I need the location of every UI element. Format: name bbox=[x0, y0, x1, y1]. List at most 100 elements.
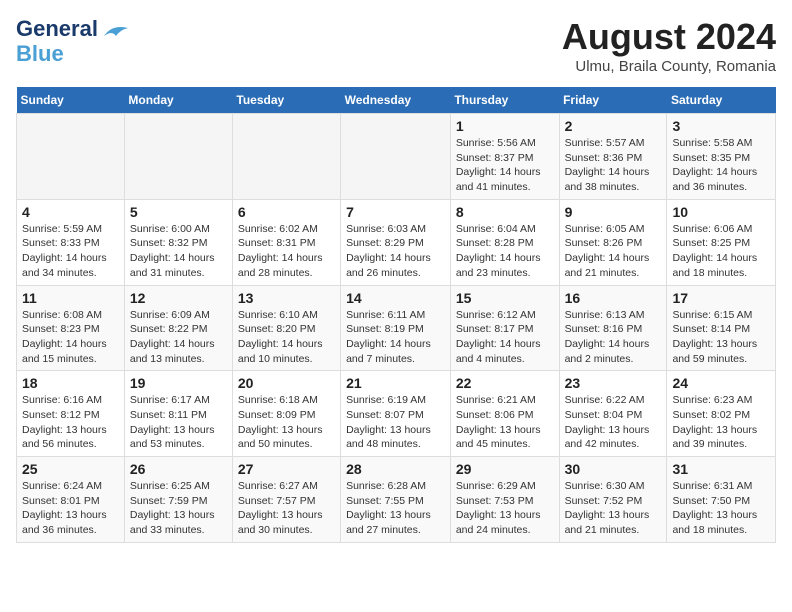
day-info: Sunrise: 6:28 AM Sunset: 7:55 PM Dayligh… bbox=[346, 479, 445, 538]
day-number: 6 bbox=[238, 204, 335, 220]
day-number: 4 bbox=[22, 204, 119, 220]
day-info: Sunrise: 6:30 AM Sunset: 7:52 PM Dayligh… bbox=[565, 479, 662, 538]
day-info: Sunrise: 6:11 AM Sunset: 8:19 PM Dayligh… bbox=[346, 308, 445, 367]
day-info: Sunrise: 6:09 AM Sunset: 8:22 PM Dayligh… bbox=[130, 308, 227, 367]
day-info: Sunrise: 6:06 AM Sunset: 8:25 PM Dayligh… bbox=[672, 222, 770, 281]
day-info: Sunrise: 5:57 AM Sunset: 8:36 PM Dayligh… bbox=[565, 136, 662, 195]
day-info: Sunrise: 6:24 AM Sunset: 8:01 PM Dayligh… bbox=[22, 479, 119, 538]
day-info: Sunrise: 6:05 AM Sunset: 8:26 PM Dayligh… bbox=[565, 222, 662, 281]
calendar-cell: 24Sunrise: 6:23 AM Sunset: 8:02 PM Dayli… bbox=[667, 371, 776, 457]
day-number: 8 bbox=[456, 204, 554, 220]
calendar-week-row: 4 Sunrise: 5:59 AM Sunset: 8:33 PM Daylig… bbox=[17, 199, 776, 285]
day-number: 10 bbox=[672, 204, 770, 220]
calendar-cell: 22 Sunrise: 6:21 AM Sunset: 8:06 PM Dayli… bbox=[450, 371, 559, 457]
calendar-cell: 29 Sunrise: 6:29 AM Sunset: 7:53 PM Dayli… bbox=[450, 457, 559, 543]
calendar-cell: 26Sunrise: 6:25 AM Sunset: 7:59 PM Dayli… bbox=[124, 457, 232, 543]
calendar-cell: 3 Sunrise: 5:58 AM Sunset: 8:35 PM Daylig… bbox=[667, 114, 776, 200]
logo-text: GeneralBlue bbox=[16, 16, 98, 67]
day-number: 23 bbox=[565, 375, 662, 391]
calendar-cell: 23 Sunrise: 6:22 AM Sunset: 8:04 PM Dayli… bbox=[559, 371, 667, 457]
day-number: 14 bbox=[346, 290, 445, 306]
page-title: August 2024 bbox=[562, 16, 776, 58]
day-number: 28 bbox=[346, 461, 445, 477]
calendar-cell: 20Sunrise: 6:18 AM Sunset: 8:09 PM Dayli… bbox=[232, 371, 340, 457]
page-subtitle: Ulmu, Braila County, Romania bbox=[562, 58, 776, 75]
day-number: 7 bbox=[346, 204, 445, 220]
day-info: Sunrise: 6:15 AM Sunset: 8:14 PM Dayligh… bbox=[672, 308, 770, 367]
calendar-cell: 13Sunrise: 6:10 AM Sunset: 8:20 PM Dayli… bbox=[232, 285, 340, 371]
logo: GeneralBlue bbox=[16, 16, 130, 67]
day-info: Sunrise: 6:22 AM Sunset: 8:04 PM Dayligh… bbox=[565, 393, 662, 452]
calendar-cell: 10 Sunrise: 6:06 AM Sunset: 8:25 PM Dayli… bbox=[667, 199, 776, 285]
calendar-cell: 5Sunrise: 6:00 AM Sunset: 8:32 PM Daylig… bbox=[124, 199, 232, 285]
header: GeneralBlue August 2024 Ulmu, Braila Cou… bbox=[16, 16, 776, 75]
calendar-cell: 14 Sunrise: 6:11 AM Sunset: 8:19 PM Dayli… bbox=[341, 285, 451, 371]
calendar-cell: 2 Sunrise: 5:57 AM Sunset: 8:36 PM Daylig… bbox=[559, 114, 667, 200]
calendar-cell bbox=[124, 114, 232, 200]
day-info: Sunrise: 6:29 AM Sunset: 7:53 PM Dayligh… bbox=[456, 479, 554, 538]
day-number: 27 bbox=[238, 461, 335, 477]
day-info: Sunrise: 6:17 AM Sunset: 8:11 PM Dayligh… bbox=[130, 393, 227, 452]
calendar-cell: 28 Sunrise: 6:28 AM Sunset: 7:55 PM Dayli… bbox=[341, 457, 451, 543]
day-info: Sunrise: 6:04 AM Sunset: 8:28 PM Dayligh… bbox=[456, 222, 554, 281]
calendar-table: SundayMondayTuesdayWednesdayThursdayFrid… bbox=[16, 87, 776, 543]
day-info: Sunrise: 5:56 AM Sunset: 8:37 PM Dayligh… bbox=[456, 136, 554, 195]
day-info: Sunrise: 6:31 AM Sunset: 7:50 PM Dayligh… bbox=[672, 479, 770, 538]
day-number: 1 bbox=[456, 118, 554, 134]
day-info: Sunrise: 6:19 AM Sunset: 8:07 PM Dayligh… bbox=[346, 393, 445, 452]
day-info: Sunrise: 5:59 AM Sunset: 8:33 PM Dayligh… bbox=[22, 222, 119, 281]
day-number: 16 bbox=[565, 290, 662, 306]
calendar-cell: 19 Sunrise: 6:17 AM Sunset: 8:11 PM Dayli… bbox=[124, 371, 232, 457]
day-info: Sunrise: 6:03 AM Sunset: 8:29 PM Dayligh… bbox=[346, 222, 445, 281]
calendar-cell: 8 Sunrise: 6:04 AM Sunset: 8:28 PM Daylig… bbox=[450, 199, 559, 285]
day-number: 22 bbox=[456, 375, 554, 391]
calendar-header-row: SundayMondayTuesdayWednesdayThursdayFrid… bbox=[17, 87, 776, 114]
day-info: Sunrise: 6:08 AM Sunset: 8:23 PM Dayligh… bbox=[22, 308, 119, 367]
day-number: 19 bbox=[130, 375, 227, 391]
calendar-cell: 7 Sunrise: 6:03 AM Sunset: 8:29 PM Daylig… bbox=[341, 199, 451, 285]
day-number: 17 bbox=[672, 290, 770, 306]
day-of-week-header: Saturday bbox=[667, 87, 776, 114]
calendar-cell: 17 Sunrise: 6:15 AM Sunset: 8:14 PM Dayli… bbox=[667, 285, 776, 371]
day-number: 11 bbox=[22, 290, 119, 306]
calendar-cell: 31 Sunrise: 6:31 AM Sunset: 7:50 PM Dayli… bbox=[667, 457, 776, 543]
day-of-week-header: Sunday bbox=[17, 87, 125, 114]
title-area: August 2024 Ulmu, Braila County, Romania bbox=[562, 16, 776, 75]
day-info: Sunrise: 6:21 AM Sunset: 8:06 PM Dayligh… bbox=[456, 393, 554, 452]
calendar-cell: 1 Sunrise: 5:56 AM Sunset: 8:37 PM Daylig… bbox=[450, 114, 559, 200]
day-number: 3 bbox=[672, 118, 770, 134]
calendar-cell: 21Sunrise: 6:19 AM Sunset: 8:07 PM Dayli… bbox=[341, 371, 451, 457]
day-number: 30 bbox=[565, 461, 662, 477]
day-info: Sunrise: 6:10 AM Sunset: 8:20 PM Dayligh… bbox=[238, 308, 335, 367]
calendar-cell bbox=[232, 114, 340, 200]
day-number: 2 bbox=[565, 118, 662, 134]
calendar-cell: 27Sunrise: 6:27 AM Sunset: 7:57 PM Dayli… bbox=[232, 457, 340, 543]
day-number: 31 bbox=[672, 461, 770, 477]
calendar-cell bbox=[341, 114, 451, 200]
calendar-cell: 16 Sunrise: 6:13 AM Sunset: 8:16 PM Dayli… bbox=[559, 285, 667, 371]
calendar-cell: 4 Sunrise: 5:59 AM Sunset: 8:33 PM Daylig… bbox=[17, 199, 125, 285]
calendar-cell: 11 Sunrise: 6:08 AM Sunset: 8:23 PM Dayli… bbox=[17, 285, 125, 371]
calendar-cell: 12Sunrise: 6:09 AM Sunset: 8:22 PM Dayli… bbox=[124, 285, 232, 371]
day-number: 29 bbox=[456, 461, 554, 477]
calendar-week-row: 25 Sunrise: 6:24 AM Sunset: 8:01 PM Dayli… bbox=[17, 457, 776, 543]
day-of-week-header: Friday bbox=[559, 87, 667, 114]
day-info: Sunrise: 6:13 AM Sunset: 8:16 PM Dayligh… bbox=[565, 308, 662, 367]
day-of-week-header: Thursday bbox=[450, 87, 559, 114]
calendar-cell: 6 Sunrise: 6:02 AM Sunset: 8:31 PM Daylig… bbox=[232, 199, 340, 285]
day-info: Sunrise: 6:02 AM Sunset: 8:31 PM Dayligh… bbox=[238, 222, 335, 281]
calendar-week-row: 11 Sunrise: 6:08 AM Sunset: 8:23 PM Dayli… bbox=[17, 285, 776, 371]
day-info: Sunrise: 6:25 AM Sunset: 7:59 PM Dayligh… bbox=[130, 479, 227, 538]
day-number: 9 bbox=[565, 204, 662, 220]
calendar-cell: 18Sunrise: 6:16 AM Sunset: 8:12 PM Dayli… bbox=[17, 371, 125, 457]
day-info: Sunrise: 6:23 AM Sunset: 8:02 PM Dayligh… bbox=[672, 393, 770, 452]
day-info: Sunrise: 5:58 AM Sunset: 8:35 PM Dayligh… bbox=[672, 136, 770, 195]
day-of-week-header: Wednesday bbox=[341, 87, 451, 114]
day-number: 15 bbox=[456, 290, 554, 306]
day-number: 25 bbox=[22, 461, 119, 477]
day-number: 5 bbox=[130, 204, 227, 220]
day-of-week-header: Monday bbox=[124, 87, 232, 114]
calendar-week-row: 1 Sunrise: 5:56 AM Sunset: 8:37 PM Daylig… bbox=[17, 114, 776, 200]
day-of-week-header: Tuesday bbox=[232, 87, 340, 114]
day-info: Sunrise: 6:12 AM Sunset: 8:17 PM Dayligh… bbox=[456, 308, 554, 367]
